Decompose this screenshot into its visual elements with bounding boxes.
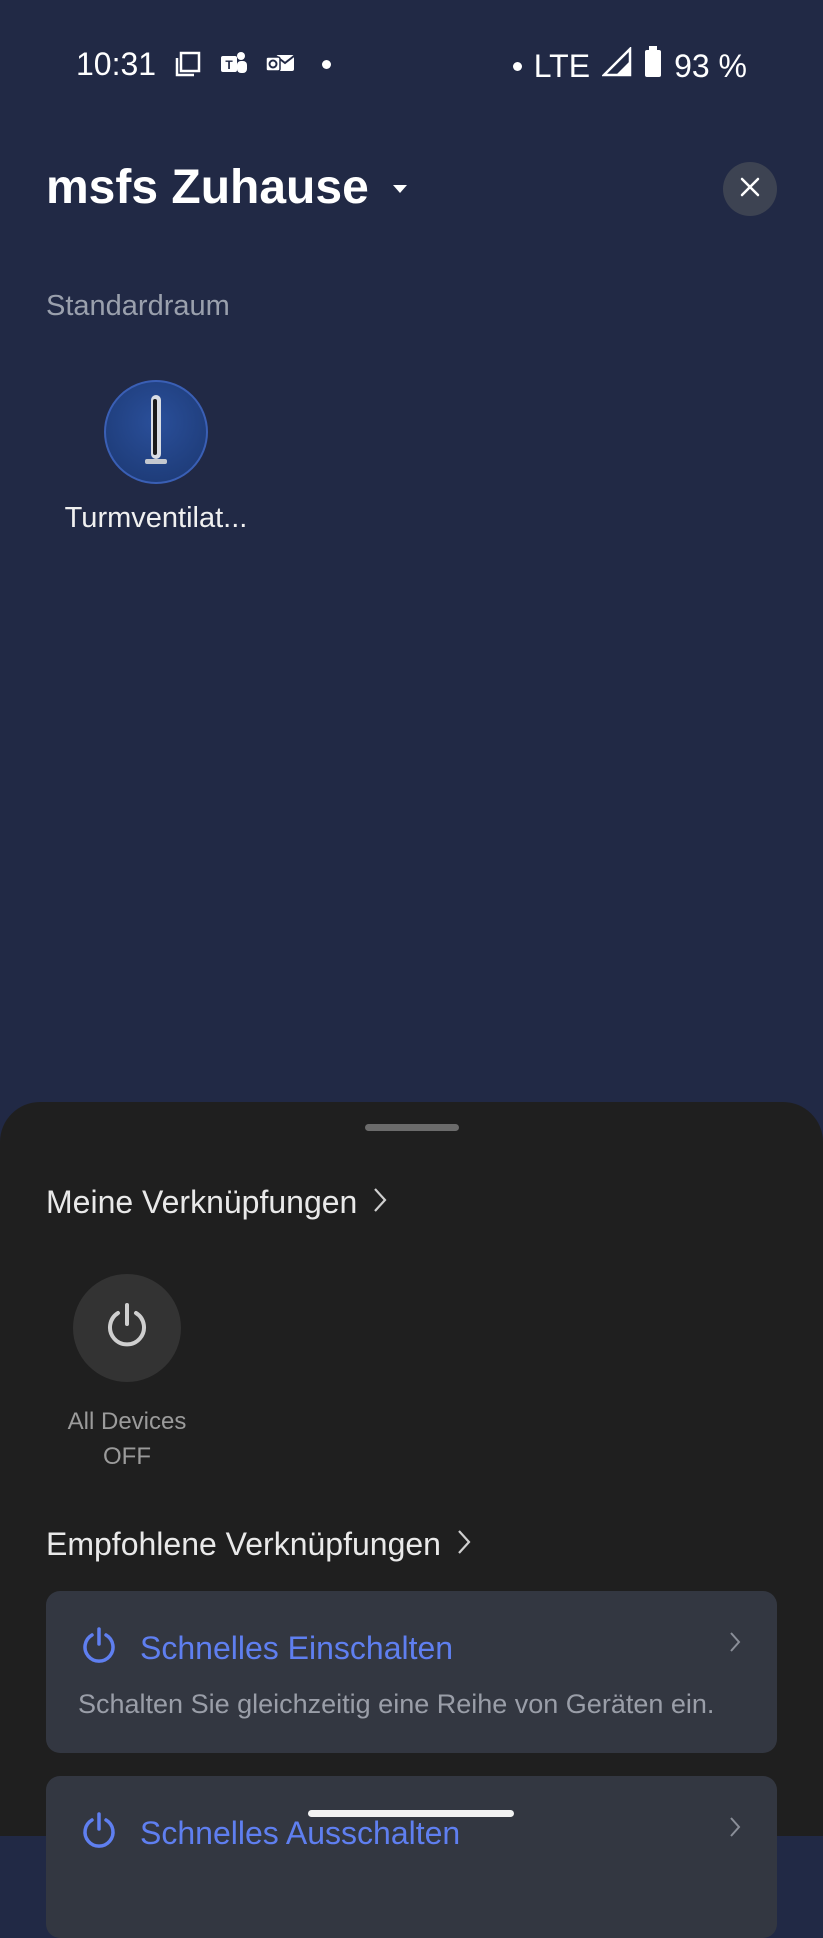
chevron-right-icon: [729, 1631, 741, 1658]
shortcut-label-line1: All Devices: [67, 1408, 187, 1435]
chevron-right-icon: [373, 1187, 387, 1218]
outlook-icon: [264, 48, 296, 80]
chevron-right-icon: [729, 1816, 741, 1843]
shortcut-button[interactable]: [73, 1274, 181, 1382]
recommended-card-quick-on[interactable]: Schnelles Einschalten Schalten Sie gleic…: [46, 1591, 777, 1753]
device-name: Turmventilat...: [64, 502, 248, 534]
home-selector[interactable]: msfs Zuhause: [46, 160, 409, 215]
sheet-drag-handle[interactable]: [365, 1124, 459, 1131]
power-icon: [103, 1302, 151, 1355]
card-title: Schnelles Ausschalten: [140, 1815, 461, 1851]
battery-level: 93 %: [674, 47, 747, 84]
recommended-shortcuts-header[interactable]: Empfohlene Verknüpfungen: [46, 1526, 471, 1563]
status-bar: 10:31 T LTE 93 %: [0, 0, 823, 132]
power-icon: [80, 1812, 118, 1855]
tower-fan-icon: [141, 393, 171, 472]
shortcut-label-line2: OFF: [103, 1443, 151, 1470]
card-title-row: Schnelles Einschalten: [80, 1627, 453, 1670]
shortcut-label: All Devices OFF: [62, 1404, 192, 1474]
card-description: Schalten Sie gleichzeitig eine Reihe von…: [78, 1689, 715, 1719]
recommended-card-quick-off[interactable]: Schnelles Ausschalten: [46, 1776, 777, 1938]
status-time: 10:31: [76, 46, 157, 82]
notification-dot: [512, 61, 522, 71]
status-system-icons: LTE 93 %: [512, 45, 747, 86]
caret-down-icon: [391, 182, 409, 200]
notification-dot: [310, 48, 342, 80]
close-button[interactable]: [723, 162, 777, 216]
close-icon: [739, 176, 761, 203]
home-title: msfs Zuhause: [46, 161, 369, 214]
room-label: Standardraum: [46, 290, 230, 322]
shortcut-all-devices-off[interactable]: All Devices OFF: [62, 1274, 192, 1474]
battery-icon: [644, 46, 662, 86]
screenshot-icon: [172, 48, 204, 80]
shortcuts-sheet: Meine Verknüpfungen All Devices OFF Empf…: [0, 1102, 823, 1938]
chevron-right-icon: [457, 1529, 471, 1560]
network-type: LTE: [533, 47, 591, 84]
status-notification-icons: T: [172, 48, 342, 80]
my-shortcuts-title: Meine Verknüpfungen: [46, 1184, 358, 1220]
signal-icon: [601, 45, 632, 85]
teams-icon: T: [218, 48, 250, 80]
device-avatar: [104, 380, 208, 484]
my-shortcuts-header[interactable]: Meine Verknüpfungen: [46, 1184, 387, 1221]
card-title-row: Schnelles Ausschalten: [80, 1812, 460, 1855]
home-indicator[interactable]: [308, 1810, 514, 1817]
power-icon: [80, 1627, 118, 1670]
device-tile[interactable]: Turmventilat...: [56, 380, 256, 535]
svg-text:T: T: [225, 58, 233, 72]
recommended-shortcuts-title: Empfohlene Verknüpfungen: [46, 1526, 441, 1562]
card-title: Schnelles Einschalten: [140, 1630, 454, 1666]
